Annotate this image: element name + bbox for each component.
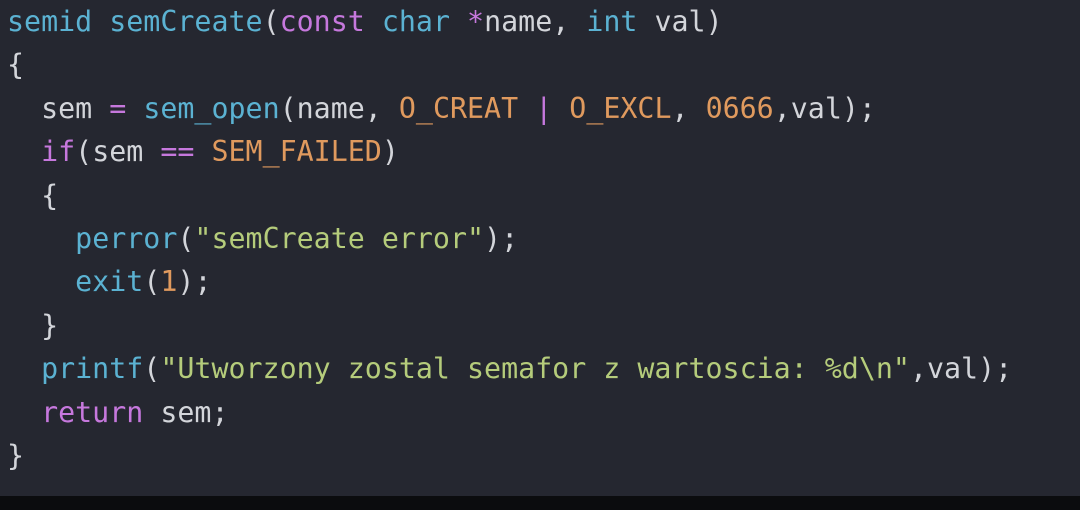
code-token-kw: const [279,5,365,38]
code-token-fn: exit [75,265,144,299]
code-token-type: int [586,5,638,38]
code-token-ident [450,5,467,38]
bottom-strip [0,496,1080,510]
code-token-ident [194,135,211,168]
code-token-ident: val) [637,5,723,38]
code-token-type: char [381,5,450,38]
code-token-punct: { [7,178,59,212]
code-token-ident [552,92,569,125]
code-token-ident: sem; [143,395,229,429]
code-line: sem = sem_open(name, O_CREAT | O_EXCL, 0… [7,87,1012,130]
code-token-ident: ) [381,135,399,169]
code-token-punct: ( [143,352,161,386]
code-token-ident [7,135,41,168]
code-line: } [7,434,1012,477]
code-token-const: O_EXCL [569,91,672,125]
code-line: return sem; [7,391,1012,434]
code-line: exit(1); [7,260,1012,303]
code-line: perror("semCreate error"); [7,217,1012,260]
code-token-punct: ( [262,5,280,38]
code-token-ident [7,352,41,385]
code-line: } [7,304,1012,347]
code-line: if(sem == SEM_FAILED) [7,130,1012,173]
code-token-str: "Utworzony zostal semafor z wartoscia: %… [160,352,910,386]
code-token-const: SEM_FAILED [211,135,382,169]
code-token-fn: semCreate [109,5,263,38]
code-token-op: * [467,5,485,38]
code-token-ident [7,396,41,429]
code-token-op: == [160,135,195,169]
code-token-kw: return [41,395,144,429]
code-token-num: 0666 [705,91,774,125]
code-token-ident: ,val); [773,91,876,125]
code-token-ident: (name, [279,91,399,125]
code-token-punct: ( [177,221,195,255]
code-token-punct: } [7,438,25,472]
code-token-str: "semCreate error" [194,221,485,255]
code-token-ident [126,92,143,125]
code-token-punct: ); [177,265,212,299]
code-token-ident: , [671,91,706,125]
code-token-ident: sem [7,91,110,125]
code-token-punct: ); [484,221,519,255]
code-editor: semid semCreate(const char *name, int va… [0,0,1080,496]
code-token-op: = [109,91,127,125]
code-token-ident: ,val); [909,352,1013,386]
code-block: semid semCreate(const char *name, int va… [7,0,1012,477]
code-token-ident: name, [484,5,587,38]
code-token-ident: (sem [75,135,161,169]
code-line: printf("Utworzony zostal semafor z warto… [7,347,1012,390]
code-token-op: | [535,91,553,125]
code-token-ident [7,265,75,298]
code-token-kw: if [41,135,76,169]
code-line: { [7,43,1012,86]
code-token-fn: sem_open [143,91,280,125]
code-token-type: semid [7,5,93,38]
code-token-const: O_CREAT [398,91,519,125]
code-token-ident [518,92,535,125]
code-token-fn: printf [41,352,144,386]
code-token-punct: ( [143,265,161,299]
code-line: { [7,174,1012,217]
code-token-ident [7,222,75,255]
code-token-ident [365,5,382,38]
code-token-ident [92,5,109,38]
code-token-fn: perror [75,221,178,255]
code-token-num: 1 [160,265,178,299]
code-token-punct: { [7,48,25,82]
code-token-punct: } [7,308,59,342]
code-line: semid semCreate(const char *name, int va… [7,0,1012,43]
